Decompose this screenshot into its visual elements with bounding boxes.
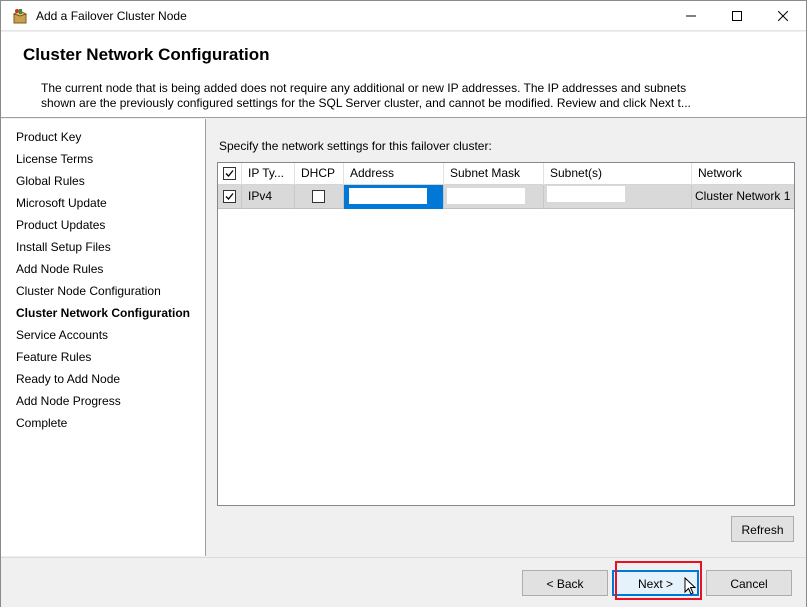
dhcp-checkbox[interactable] <box>312 190 325 203</box>
mouse-cursor-icon <box>684 577 696 595</box>
close-button[interactable] <box>760 1 806 31</box>
column-address[interactable]: Address <box>344 163 444 185</box>
network-grid: IP Ty... DHCP Address Subnet Mask Subnet… <box>217 162 795 506</box>
main-content: Specify the network settings for this fa… <box>207 119 806 556</box>
page-description: The current node that is being added doe… <box>41 81 741 111</box>
grid-header: IP Ty... DHCP Address Subnet Mask Subnet… <box>218 163 794 185</box>
column-ip-type[interactable]: IP Ty... <box>242 163 295 185</box>
maximize-icon <box>732 11 742 21</box>
checkmark-icon <box>225 170 234 177</box>
step-feature-rules[interactable]: Feature Rules <box>16 350 91 364</box>
minimize-button[interactable] <box>668 1 714 31</box>
step-complete[interactable]: Complete <box>16 416 67 430</box>
subnets-cell[interactable] <box>544 185 692 209</box>
step-cluster-node-configuration[interactable]: Cluster Node Configuration <box>16 284 161 298</box>
step-cluster-network-configuration[interactable]: Cluster Network Configuration <box>16 306 190 320</box>
row-select-cell <box>218 185 242 209</box>
subnet-mask-field[interactable] <box>447 188 525 204</box>
column-subnet-mask[interactable]: Subnet Mask <box>444 163 544 185</box>
column-network[interactable]: Network <box>692 163 794 185</box>
close-icon <box>778 11 788 21</box>
setup-window: Add a Failover Cluster Node Cluster Netw… <box>0 0 807 607</box>
step-global-rules[interactable]: Global Rules <box>16 174 85 188</box>
table-row[interactable]: IPv4 Cluster Network 1 <box>218 185 794 209</box>
step-product-updates[interactable]: Product Updates <box>16 218 105 232</box>
checkmark-icon <box>225 193 234 200</box>
title-bar: Add a Failover Cluster Node <box>1 1 806 31</box>
minimize-icon <box>686 15 696 17</box>
subnets-field[interactable] <box>547 186 625 202</box>
step-license-terms[interactable]: License Terms <box>16 152 93 166</box>
wizard-steps: Product Key License Terms Global Rules M… <box>1 119 206 556</box>
network-cell: Cluster Network 1 <box>695 189 791 203</box>
page-header: Cluster Network Configuration The curren… <box>1 32 806 118</box>
dhcp-cell <box>295 185 344 209</box>
select-all-checkbox[interactable] <box>223 167 236 180</box>
subnet-mask-cell[interactable] <box>444 185 544 209</box>
step-product-key[interactable]: Product Key <box>16 130 81 144</box>
step-ready-to-add-node[interactable]: Ready to Add Node <box>16 372 120 386</box>
description-line-1: The current node that is being added doe… <box>41 81 687 95</box>
page-title: Cluster Network Configuration <box>23 45 270 64</box>
column-subnets[interactable]: Subnet(s) <box>544 163 692 185</box>
step-service-accounts[interactable]: Service Accounts <box>16 328 108 342</box>
description-line-2: shown are the previously configured sett… <box>41 96 691 110</box>
select-all-column <box>218 163 242 185</box>
ip-type-cell: IPv4 <box>242 185 295 209</box>
step-microsoft-update[interactable]: Microsoft Update <box>16 196 107 210</box>
address-field[interactable] <box>349 188 427 204</box>
cancel-button[interactable]: Cancel <box>706 570 792 596</box>
window-title: Add a Failover Cluster Node <box>36 9 187 23</box>
address-cell[interactable] <box>344 185 444 209</box>
column-dhcp[interactable]: DHCP <box>295 163 344 185</box>
step-add-node-rules[interactable]: Add Node Rules <box>16 262 103 276</box>
setup-box-icon <box>12 9 28 24</box>
back-button[interactable]: < Back <box>522 570 608 596</box>
instruction-text: Specify the network settings for this fa… <box>219 139 492 153</box>
refresh-button[interactable]: Refresh <box>731 516 794 542</box>
step-add-node-progress[interactable]: Add Node Progress <box>16 394 121 408</box>
row-checkbox[interactable] <box>223 190 236 203</box>
step-install-setup-files[interactable]: Install Setup Files <box>16 240 111 254</box>
maximize-button[interactable] <box>714 1 760 31</box>
